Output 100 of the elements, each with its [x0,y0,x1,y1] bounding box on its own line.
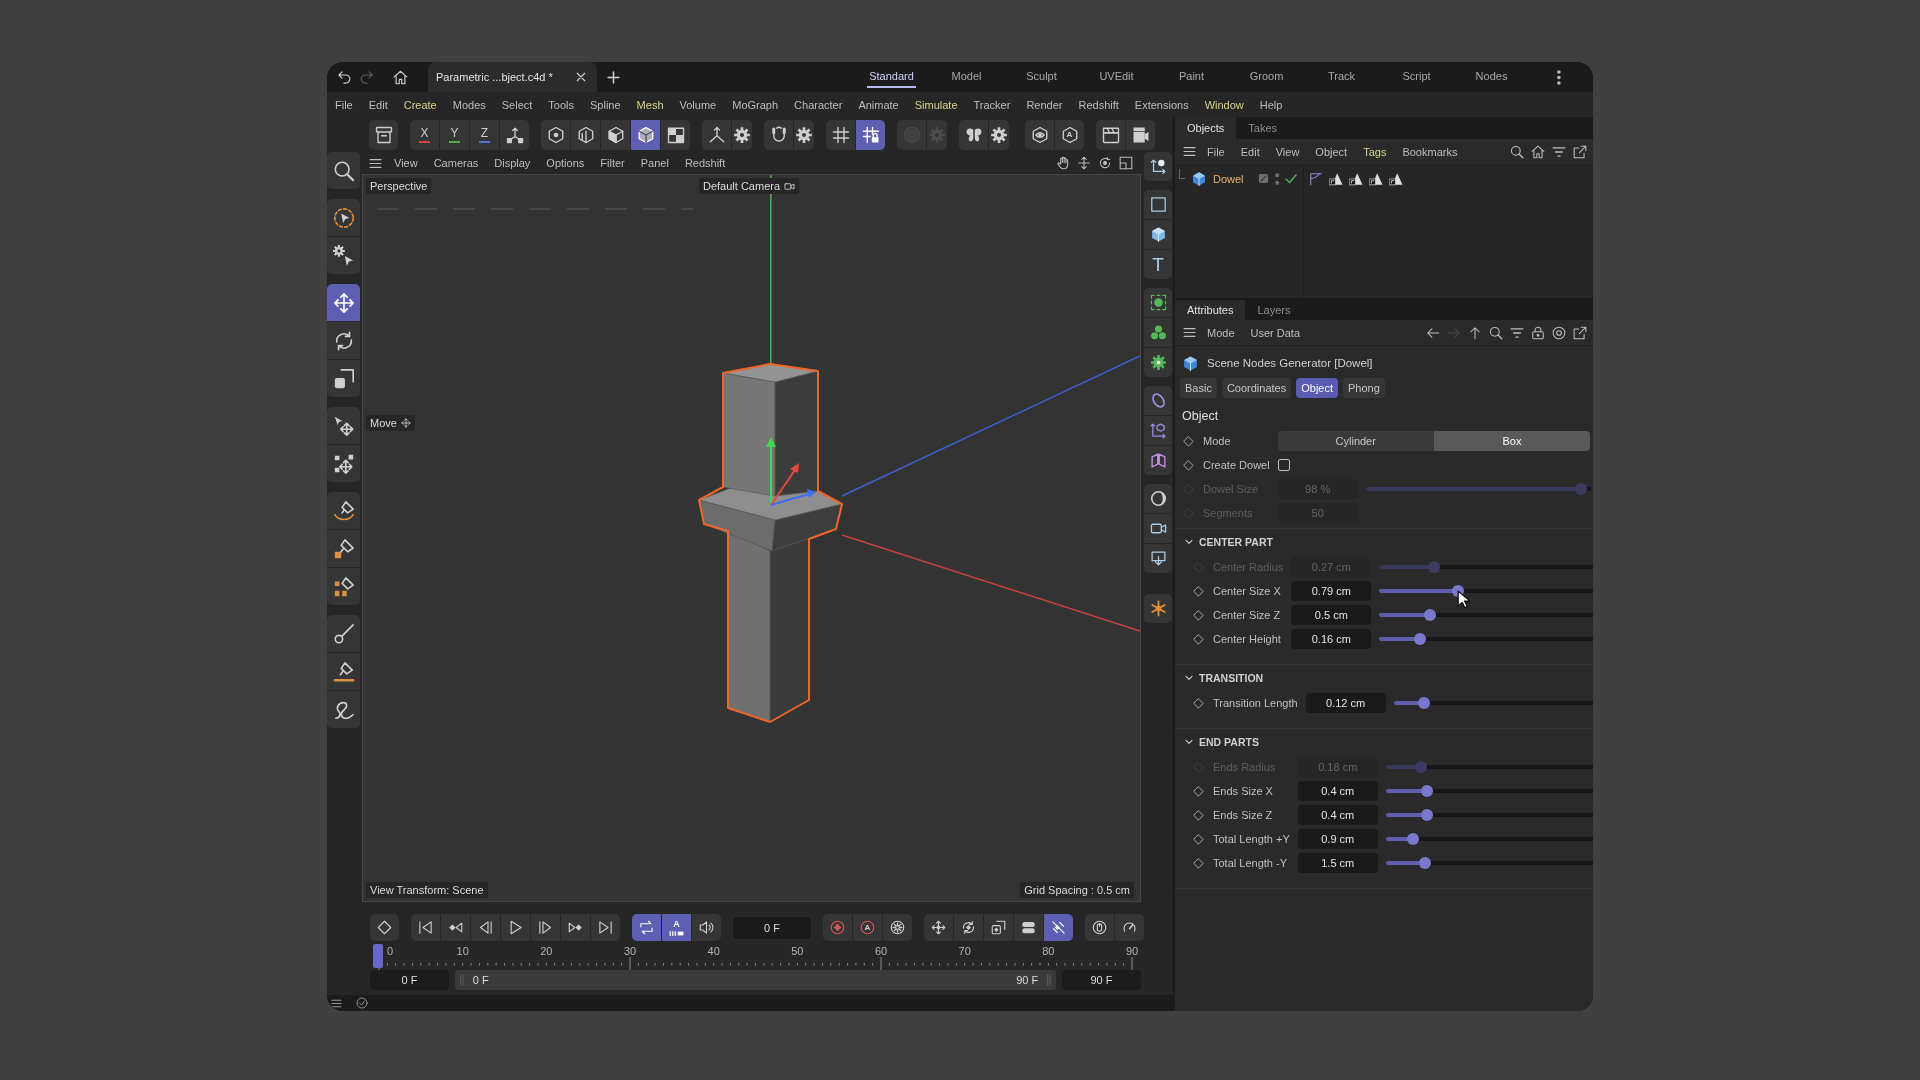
slider-thumb[interactable] [1420,785,1433,797]
axis-dot-button[interactable] [1144,152,1172,181]
section-toggle[interactable]: TRANSITION [1185,669,1264,687]
diamond-icon[interactable] [1193,633,1204,645]
folded-shape-button[interactable] [1144,446,1172,475]
menu-item[interactable]: Edit [360,92,396,117]
keyframe-button[interactable] [370,914,399,941]
pen-square-button[interactable] [327,530,360,567]
auto-key-button[interactable]: A [853,914,882,941]
previous-key-button[interactable] [441,914,470,941]
menu-item[interactable]: Render [1018,92,1071,117]
move-button[interactable] [327,284,360,321]
view-toggle-button[interactable] [1025,119,1054,150]
menu-item[interactable]: Mode [1199,320,1243,345]
panel-tab[interactable]: Objects [1175,117,1237,139]
menu-item[interactable]: Bookmarks [1394,139,1466,164]
menu-item[interactable]: View [1267,139,1308,164]
value-field[interactable]: 0.4 cm [1297,805,1378,825]
next-frame-button[interactable] [531,914,560,941]
hexagon-letter-button[interactable]: A [1055,119,1084,150]
viewport-canvas[interactable]: Perspective Default Camera Move View Transform: Scene Grid Spacing : 0.5 cm [362,174,1141,902]
sphere-cluster-button[interactable] [1144,318,1172,347]
cubes-move-button[interactable] [327,445,360,482]
grid-lock-button[interactable] [856,119,885,150]
menu-item[interactable]: Redshift [1070,92,1127,117]
menu-item[interactable]: Character [786,92,851,117]
triangle-tag-icon[interactable] [1329,171,1343,186]
menu-item[interactable]: Modes [444,92,494,117]
lock-button[interactable] [1530,325,1545,340]
new-tab-button[interactable] [604,68,623,86]
frame-field[interactable]: 0 F [733,916,811,939]
axis-cube-button[interactable] [1144,416,1172,445]
menu-item[interactable]: File [1199,139,1233,164]
object-name[interactable]: Dowel [1213,172,1244,185]
double-dot-icon[interactable] [1274,172,1279,185]
speed-button[interactable] [1115,914,1144,941]
render-view-button[interactable] [1096,119,1125,150]
mouse-button[interactable] [1085,914,1114,941]
camera-button[interactable] [1144,514,1172,543]
value-field[interactable]: 0.5 cm [1291,605,1372,625]
key-scale-button[interactable] [984,914,1013,941]
grid-button[interactable] [826,119,855,150]
shaded-cube-icon[interactable] [1191,170,1207,187]
segment-option[interactable]: Cylinder [1277,431,1434,451]
layout-tab[interactable]: Track [1304,62,1379,92]
slider-thumb[interactable] [1420,809,1433,821]
cube-button[interactable] [1144,220,1172,249]
text-button[interactable]: T [1144,250,1172,279]
settings-button[interactable] [732,119,752,150]
key-rotation-button[interactable] [954,914,983,941]
go-to-end-button[interactable] [591,914,620,941]
diamond-icon[interactable] [1193,609,1204,621]
layout-tab[interactable]: Script [1379,62,1454,92]
texture-mode-button[interactable] [661,119,690,150]
menu-item[interactable]: Mesh [628,92,672,117]
archive-button[interactable] [369,119,398,150]
end-frame-field[interactable]: 90 F [1062,970,1141,990]
play-button[interactable] [501,914,530,941]
key-point-button[interactable] [1044,914,1073,941]
value-field[interactable]: 1.5 cm [1297,853,1378,873]
dowel-model[interactable] [698,363,843,723]
squiggle-button[interactable] [327,691,360,728]
record-button[interactable] [823,914,852,941]
timeline-scale-button[interactable]: A [662,914,691,941]
page-tab[interactable]: Object [1296,378,1339,398]
menu-item[interactable]: Tools [540,92,583,117]
panel-tab[interactable]: Layers [1245,300,1303,320]
go-to-start-button[interactable] [411,914,440,941]
value-field[interactable]: 0.16 cm [1291,629,1372,649]
sound-button[interactable] [692,914,721,941]
menu-item[interactable]: Object [1307,139,1356,164]
diamond-icon[interactable] [1193,785,1204,797]
close-tab-button[interactable] [574,71,587,83]
axis-mode-button[interactable] [702,119,731,150]
model-mode-button[interactable] [631,119,660,150]
menu-item[interactable]: MoGraph [724,92,787,117]
diamond-icon[interactable] [1193,833,1204,845]
menu-item[interactable]: Spline [582,92,629,117]
segment-option[interactable]: Box [1433,431,1590,451]
oval-button[interactable] [1144,386,1172,415]
symmetry-button[interactable] [959,119,988,150]
slider-thumb[interactable] [1418,857,1431,869]
z-axis-button[interactable]: Z [470,119,499,150]
key-position-button[interactable] [924,914,953,941]
menu-item[interactable]: Select [493,92,541,117]
maximize-view-button[interactable] [1118,155,1133,171]
slider-thumb[interactable] [1423,609,1436,621]
pen-cubes-button[interactable] [327,568,360,605]
menu-item[interactable]: Window [1196,92,1252,117]
triangle-tag-icon[interactable] [1389,171,1403,186]
pan-button[interactable] [1055,155,1070,171]
box-arrow-button[interactable] [1144,544,1172,573]
menu-item[interactable]: Create [395,92,445,117]
diamond-icon[interactable] [1193,585,1204,597]
gear-cursor-button[interactable] [327,237,360,274]
move-gizmo[interactable] [766,437,816,506]
dolly-button[interactable] [1076,155,1091,171]
page-tab[interactable]: Phong [1343,378,1385,398]
menu-item[interactable]: Help [1251,92,1291,117]
playhead-handle[interactable] [373,944,383,968]
